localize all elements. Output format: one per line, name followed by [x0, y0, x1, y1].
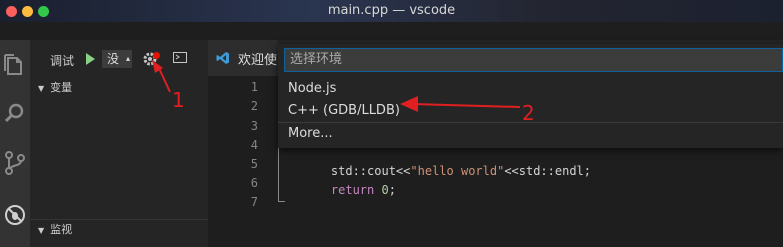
activity-bar [0, 40, 30, 247]
quick-pick-item[interactable]: Node.js [278, 78, 783, 100]
search-icon[interactable] [0, 98, 30, 128]
expand-arrow-icon: ▼ [38, 84, 45, 93]
explorer-icon[interactable] [0, 50, 30, 80]
line-number: 3 [250, 119, 258, 133]
vscode-logo-icon [216, 50, 230, 69]
watch-section-header[interactable]: ▼ 监视 [30, 219, 208, 240]
code-line-6: return 0; [330, 183, 396, 197]
source-control-icon[interactable] [0, 148, 30, 178]
line-number: 7 [250, 195, 258, 209]
annotation-label-2: 2 [522, 101, 535, 125]
config-error-dot [153, 52, 160, 59]
quick-pick: 选择环境 Node.js C++ (GDB/LLDB) More... [278, 44, 783, 148]
start-debugging-button[interactable] [82, 51, 98, 67]
tab-welcome[interactable]: 欢迎使 [208, 40, 278, 76]
environment-search-input[interactable]: 选择环境 [284, 48, 783, 72]
title-bar: main.cpp — vscode [0, 0, 783, 22]
debug-label: 调试 [50, 54, 75, 68]
debug-config-value: 没 [107, 52, 120, 66]
tab-label: 欢迎使 [238, 53, 278, 68]
select-arrow-icon: ▴ [125, 54, 130, 63]
line-number: 2 [250, 99, 258, 113]
debug-toolbar: 调试 没 ▴ [30, 40, 208, 78]
expand-arrow-icon: ▼ [38, 226, 45, 235]
line-number: 5 [250, 157, 258, 171]
line-number: 1 [250, 80, 258, 94]
line-number: 4 [250, 138, 258, 152]
debug-config-select[interactable]: 没 ▴ [102, 50, 132, 68]
quick-pick-item[interactable]: More... [278, 122, 783, 144]
line-number: 6 [250, 176, 258, 190]
debug-console-icon[interactable] [173, 52, 187, 63]
annotation-label-1: 1 [172, 88, 185, 112]
debug-sidebar: 调试 没 ▴ ▼ 变量 ▼ 监视 [30, 40, 208, 247]
debug-icon[interactable] [0, 200, 30, 230]
window-title: main.cpp — vscode [327, 3, 456, 18]
